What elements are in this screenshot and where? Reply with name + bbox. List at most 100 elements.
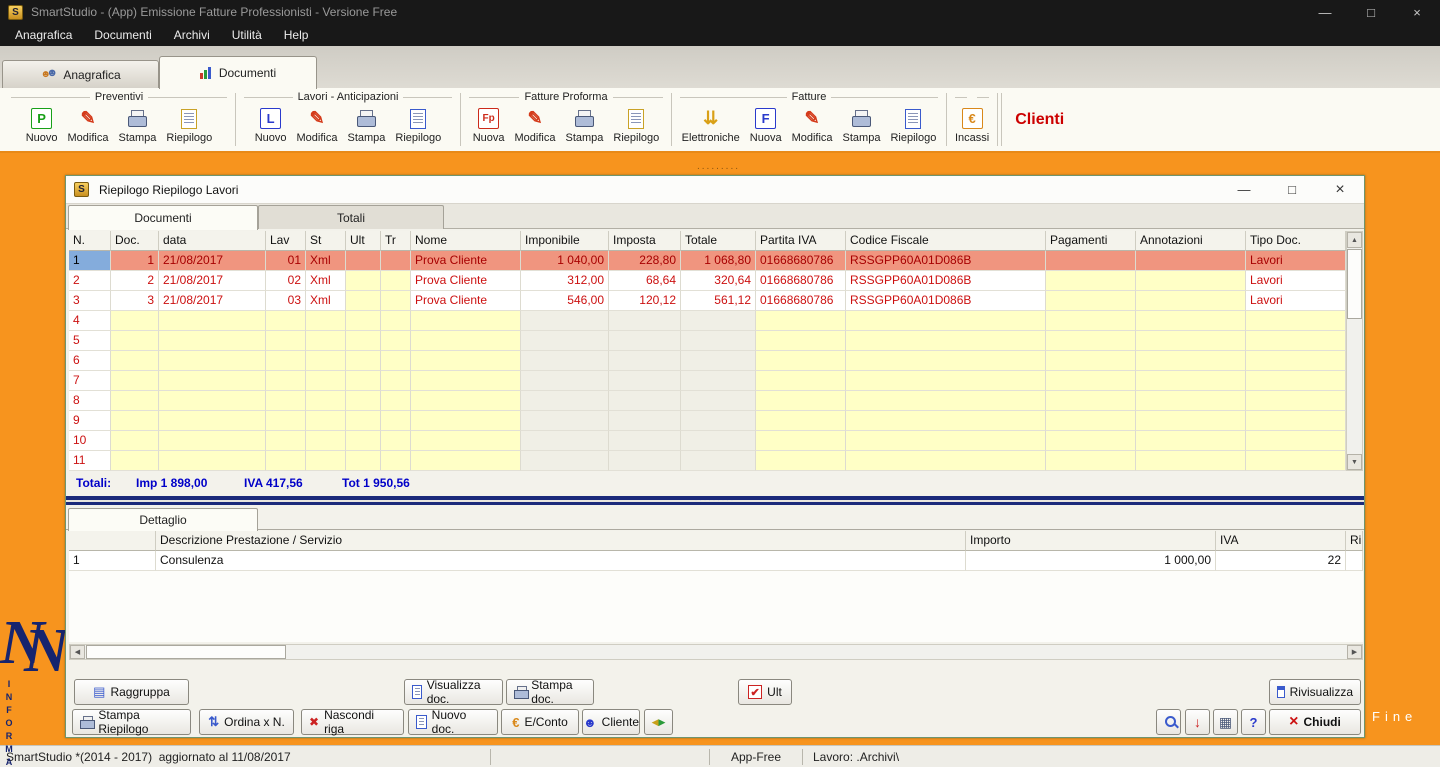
- table-row[interactable]: 11: [69, 451, 1346, 471]
- doc-table-cell[interactable]: [521, 311, 609, 331]
- doc-table-cell[interactable]: [521, 431, 609, 451]
- doc-table-cell[interactable]: Prova Cliente: [411, 251, 521, 271]
- doc-table-cell[interactable]: [1046, 311, 1136, 331]
- menu-item-help[interactable]: Help: [273, 28, 320, 42]
- child-close-icon[interactable]: ×: [1316, 176, 1364, 203]
- table-row[interactable]: 2 2 21/08/2017 02 Xml Prova Cliente 312,00 68,6…: [69, 271, 1346, 291]
- doc-table-cell[interactable]: [1136, 271, 1246, 291]
- doc-table-cell[interactable]: [681, 371, 756, 391]
- econto-button[interactable]: E/Conto: [501, 709, 579, 735]
- doc-table-cell[interactable]: [1136, 451, 1246, 471]
- table-row[interactable]: 1 1 21/08/2017 01 Xml Prova Cliente 1 040,00 22…: [69, 251, 1346, 271]
- doc-table-cell[interactable]: Xml: [306, 271, 346, 291]
- table-row[interactable]: 3 3 21/08/2017 03 Xml Prova Cliente 546,00 120,…: [69, 291, 1346, 311]
- doc-table-cell[interactable]: [266, 371, 306, 391]
- doc-table-column-header[interactable]: Imponibile: [521, 231, 609, 251]
- doc-table-cell[interactable]: [159, 431, 266, 451]
- detail-column-header[interactable]: Importo: [966, 531, 1216, 551]
- doc-table-cell[interactable]: 3: [69, 291, 111, 311]
- doc-table-cell[interactable]: [266, 331, 306, 351]
- doc-table-cell[interactable]: 561,12: [681, 291, 756, 311]
- doc-table-column-header[interactable]: Partita IVA: [756, 231, 846, 251]
- doc-table-cell[interactable]: RSSGPP60A01D086B: [846, 291, 1046, 311]
- export-button[interactable]: [1185, 709, 1210, 735]
- doc-table-cell[interactable]: [159, 451, 266, 471]
- raggruppa-button[interactable]: Raggruppa: [74, 679, 189, 705]
- doc-table-cell[interactable]: [1046, 291, 1136, 311]
- doc-table-cell[interactable]: [1046, 351, 1136, 371]
- tab-documenti[interactable]: Documenti: [159, 56, 317, 89]
- tab-totali[interactable]: Totali: [258, 205, 444, 229]
- toolbar-button-modifica[interactable]: ✎ Modifica: [63, 106, 114, 146]
- doc-table-cell[interactable]: [1136, 251, 1246, 271]
- doc-table-cell[interactable]: [609, 431, 681, 451]
- doc-table-cell[interactable]: [521, 411, 609, 431]
- toolbar-button-riepilogo[interactable]: Riepilogo: [390, 107, 446, 146]
- doc-table-cell[interactable]: 21/08/2017: [159, 291, 266, 311]
- doc-table-cell[interactable]: [1136, 391, 1246, 411]
- doc-table-cell[interactable]: [306, 371, 346, 391]
- toolbar-button-stampa[interactable]: Stampa: [838, 106, 886, 146]
- doc-table-cell[interactable]: [411, 311, 521, 331]
- doc-table-cell[interactable]: [381, 291, 411, 311]
- doc-table-cell[interactable]: [411, 331, 521, 351]
- doc-table-column-header[interactable]: Imposta: [609, 231, 681, 251]
- doc-table-cell[interactable]: [1046, 371, 1136, 391]
- doc-table-cell[interactable]: [159, 371, 266, 391]
- doc-table-cell[interactable]: [111, 311, 159, 331]
- doc-table-cell[interactable]: [266, 391, 306, 411]
- doc-table-cell[interactable]: [846, 391, 1046, 411]
- nuovo-doc-button[interactable]: Nuovo doc.: [408, 708, 498, 736]
- doc-table-cell[interactable]: [381, 431, 411, 451]
- scrollbar-thumb[interactable]: [1347, 249, 1362, 319]
- menu-item-anagrafica[interactable]: Anagrafica: [4, 28, 83, 42]
- doc-table-cell[interactable]: 9: [69, 411, 111, 431]
- doc-table-cell[interactable]: [411, 391, 521, 411]
- scroll-up-icon[interactable]: [1347, 232, 1362, 248]
- doc-table-cell[interactable]: 312,00: [521, 271, 609, 291]
- doc-table-cell[interactable]: 01668680786: [756, 251, 846, 271]
- doc-table-cell[interactable]: [381, 351, 411, 371]
- doc-table-cell[interactable]: [756, 391, 846, 411]
- doc-table-cell[interactable]: [846, 331, 1046, 351]
- doc-table-cell[interactable]: Lavori: [1246, 271, 1346, 291]
- doc-table-cell[interactable]: [1246, 371, 1346, 391]
- doc-table-cell[interactable]: [1046, 391, 1136, 411]
- doc-table-cell[interactable]: [346, 431, 381, 451]
- doc-table-cell[interactable]: [266, 411, 306, 431]
- doc-table-cell[interactable]: [346, 291, 381, 311]
- doc-table-cell[interactable]: [609, 371, 681, 391]
- doc-table-column-header[interactable]: Ult: [346, 231, 381, 251]
- child-maximize-icon[interactable]: □: [1268, 176, 1316, 203]
- doc-table-cell[interactable]: [346, 371, 381, 391]
- toolbar-button-modifica[interactable]: ✎ Modifica: [787, 106, 838, 146]
- menu-item-archivi[interactable]: Archivi: [163, 28, 221, 42]
- doc-table-cell[interactable]: [159, 411, 266, 431]
- doc-table-cell[interactable]: [411, 431, 521, 451]
- doc-table-cell[interactable]: [1136, 371, 1246, 391]
- toolbar-button-nuova[interactable]: Fp Nuova: [468, 106, 510, 146]
- doc-table-column-header[interactable]: N.: [69, 231, 111, 251]
- table-row[interactable]: 8: [69, 391, 1346, 411]
- doc-table-cell[interactable]: 10: [69, 431, 111, 451]
- menu-item-documenti[interactable]: Documenti: [83, 28, 162, 42]
- doc-table-cell[interactable]: [1046, 331, 1136, 351]
- doc-table-cell[interactable]: Prova Cliente: [411, 291, 521, 311]
- doc-table-cell[interactable]: [521, 371, 609, 391]
- doc-table-cell[interactable]: Lavori: [1246, 291, 1346, 311]
- doc-table-cell[interactable]: [681, 311, 756, 331]
- table-row[interactable]: 9: [69, 411, 1346, 431]
- doc-table-cell[interactable]: 1 068,80: [681, 251, 756, 271]
- doc-table-cell[interactable]: [346, 331, 381, 351]
- doc-table-cell[interactable]: [1246, 351, 1346, 371]
- toolbar-button-stampa[interactable]: Stampa: [113, 106, 161, 146]
- toolbar-button-riepilogo[interactable]: Riepilogo: [885, 107, 941, 146]
- tab-dettaglio[interactable]: Dettaglio: [68, 508, 258, 531]
- doc-table-cell[interactable]: [1136, 331, 1246, 351]
- doc-table-cell[interactable]: [1046, 271, 1136, 291]
- doc-table-cell[interactable]: 2: [111, 271, 159, 291]
- doc-table-cell[interactable]: [111, 451, 159, 471]
- doc-table-cell[interactable]: [609, 311, 681, 331]
- doc-table-cell[interactable]: [609, 331, 681, 351]
- doc-table-cell[interactable]: [1136, 291, 1246, 311]
